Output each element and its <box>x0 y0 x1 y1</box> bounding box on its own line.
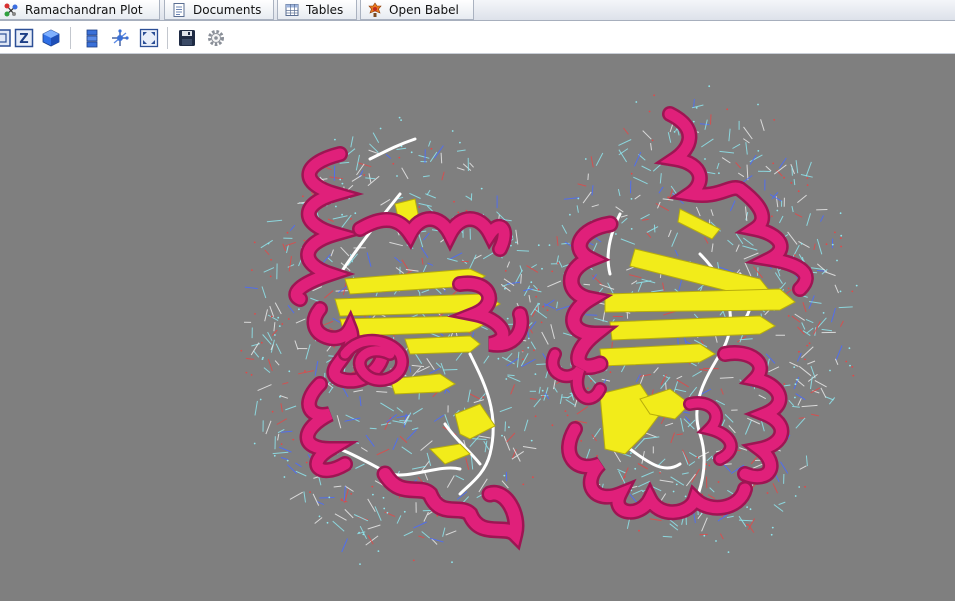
ramachandran-plot-icon <box>4 3 18 16</box>
document-tab-bar: Ramachandran Plot Documents Tables Open … <box>0 0 955 21</box>
layers-icon[interactable] <box>82 28 102 48</box>
tab-open-babel[interactable]: Open Babel <box>360 0 474 20</box>
svg-text:Z: Z <box>19 32 28 47</box>
viewer-toolbar: Z <box>0 21 955 54</box>
tab-ramachandran-plot[interactable]: Ramachandran Plot <box>0 0 160 20</box>
molecular-3d-viewport[interactable] <box>0 54 955 601</box>
toolbar-separator <box>167 27 168 49</box>
tab-label: Open Babel <box>389 2 459 17</box>
tab-label: Tables <box>306 2 344 17</box>
molecule-center-icon[interactable] <box>110 28 130 48</box>
protein-chain-left <box>288 137 530 551</box>
zoom-box-icon[interactable] <box>0 28 12 48</box>
tab-label: Documents <box>193 2 262 17</box>
fit-to-screen-icon[interactable] <box>139 28 159 48</box>
save-icon[interactable] <box>177 28 197 48</box>
tab-documents[interactable]: Documents <box>164 0 274 20</box>
tab-tables[interactable]: Tables <box>277 0 357 20</box>
cube-view-icon[interactable] <box>41 28 61 48</box>
tab-label: Ramachandran Plot <box>25 2 143 17</box>
toolbar-separator <box>70 27 71 49</box>
protein-structure-render[interactable] <box>0 54 955 601</box>
molecular-viewer-app: Ramachandran Plot Documents Tables Open … <box>0 0 955 601</box>
tables-icon <box>285 3 299 16</box>
beta-sheets-left <box>334 198 501 465</box>
documents-icon <box>173 2 185 17</box>
alpha-helices-right <box>545 106 814 521</box>
z-axis-icon[interactable]: Z <box>14 28 34 48</box>
settings-gear-icon[interactable] <box>206 28 226 48</box>
open-babel-icon <box>368 1 382 17</box>
protein-chain-right <box>545 106 814 521</box>
